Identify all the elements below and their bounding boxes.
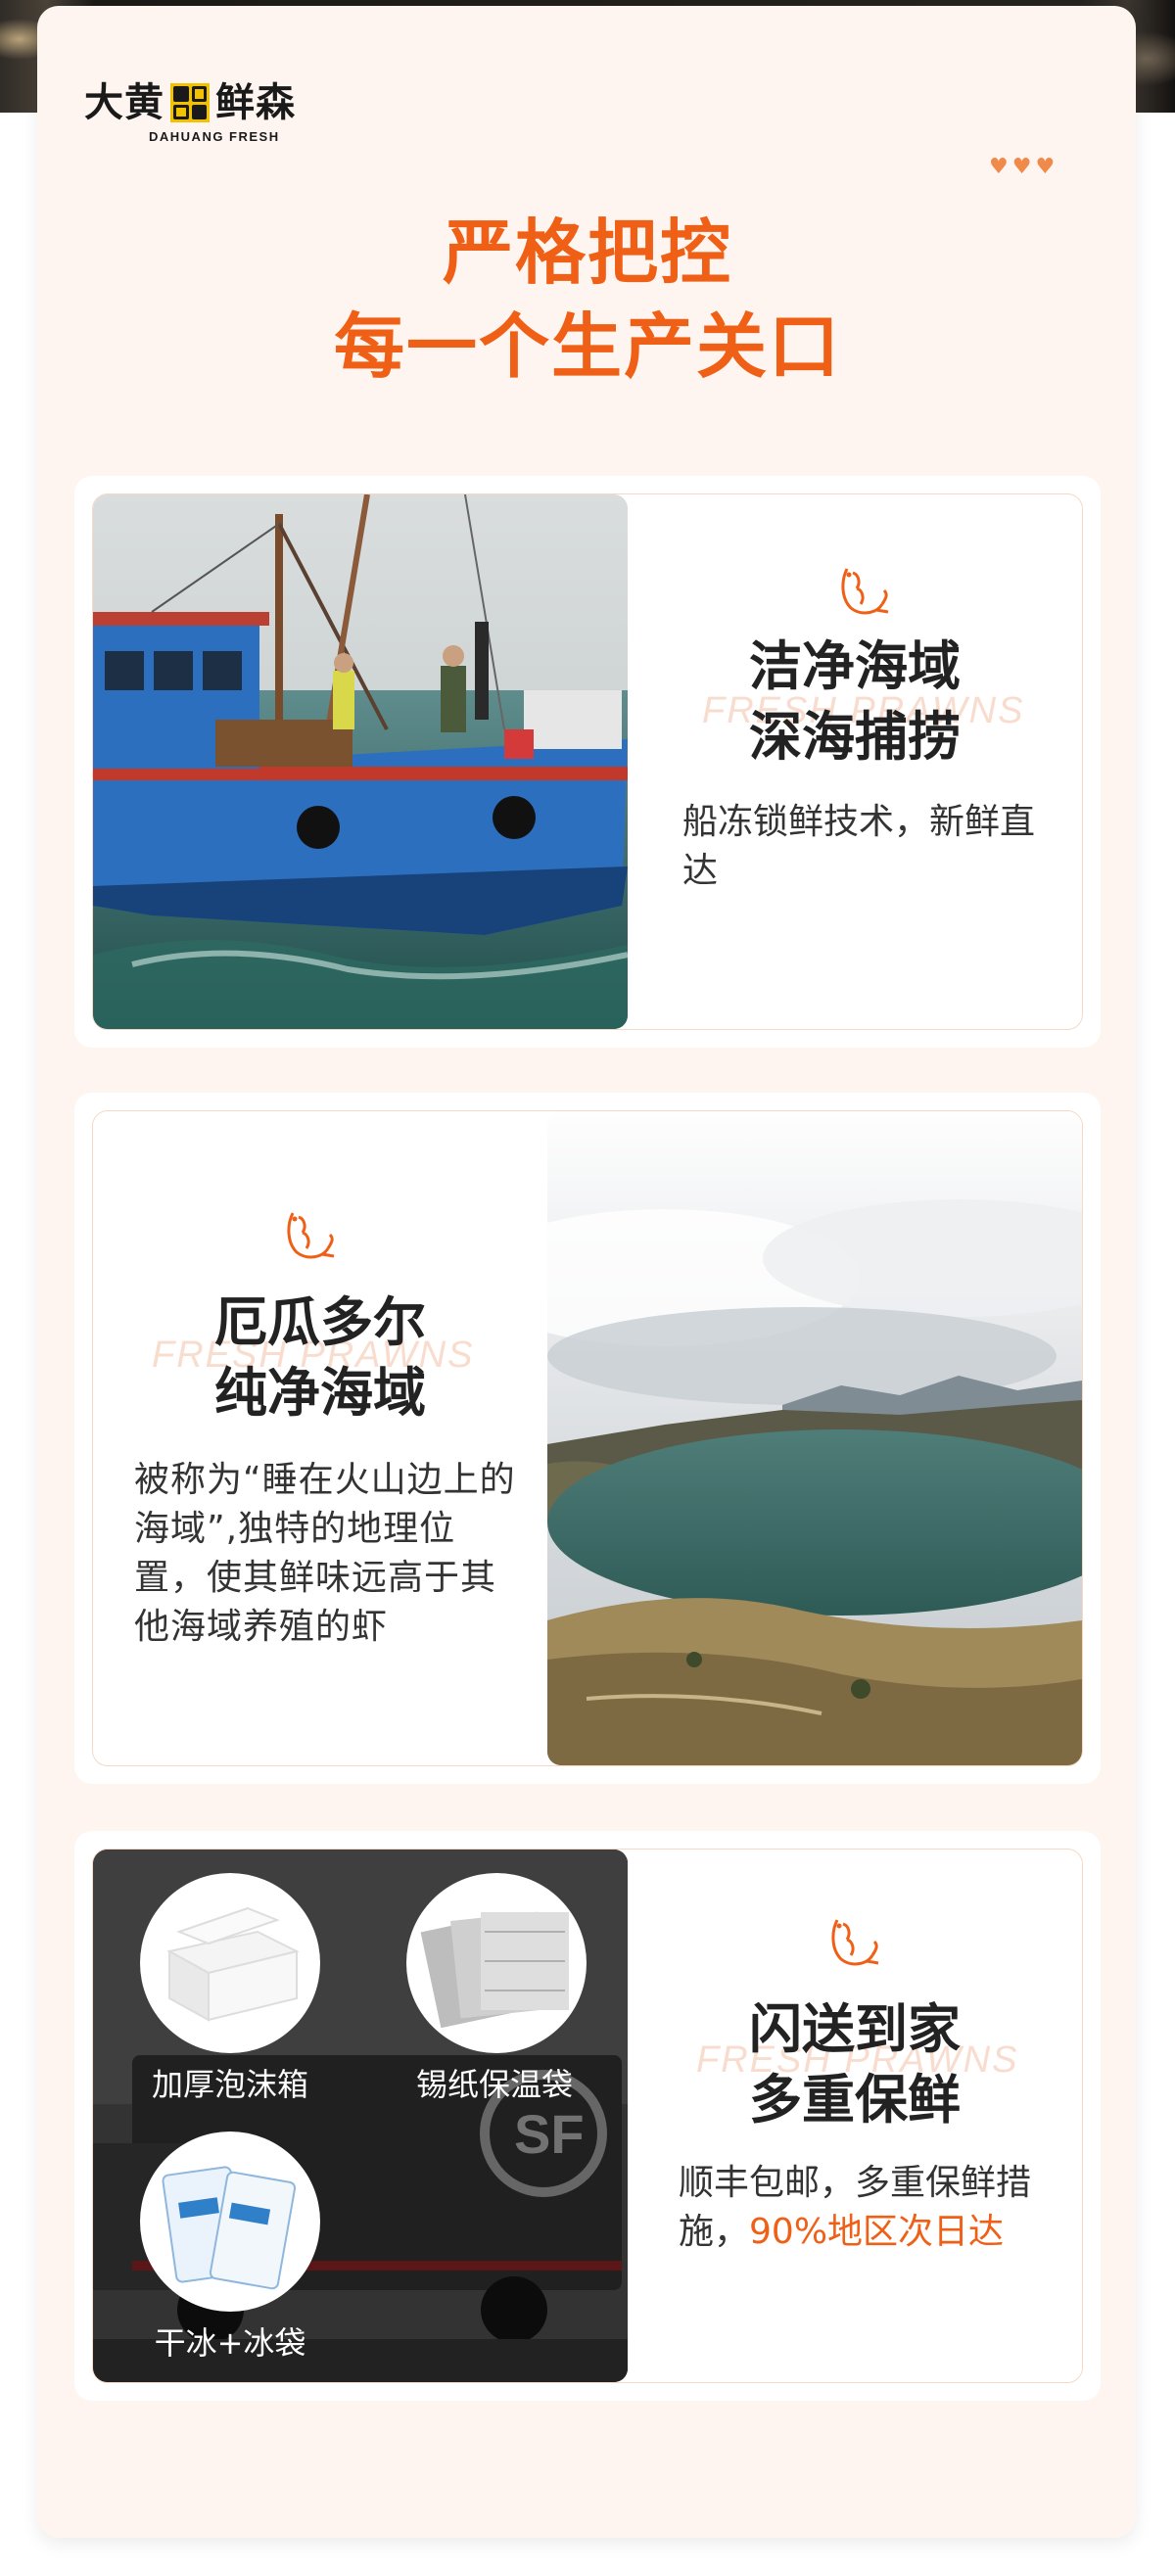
feature-description: 船冻锁鲜技术，新鲜直达 xyxy=(682,802,1036,891)
feature-title-line-2: 纯净海域 xyxy=(214,1362,426,1424)
volcanic-lake-illustration xyxy=(547,1111,1082,1765)
feature-title-line-1: 闪送到家 xyxy=(749,1998,961,2060)
heart-icon: ♥ xyxy=(1035,155,1056,179)
feature-description-highlight: 90%地区次日达 xyxy=(749,2212,1005,2252)
brand-name-left: 大黄 xyxy=(84,80,164,125)
heart-icon: ♥ xyxy=(1011,155,1032,179)
delivery-truck-photo: SF 加厚泡沫箱 锡纸保温袋 干冰+冰袋 xyxy=(93,1850,628,2382)
feature-card-delivery: SF 加厚泡沫箱 锡纸保温袋 干冰+冰袋 FRESH PRAWNS 闪送到家 多… xyxy=(74,1831,1101,2401)
shrimp-icon xyxy=(841,568,889,615)
feature-title-line-1: 洁净海域 xyxy=(749,635,961,697)
brand-name-en: DAHUANG FRESH xyxy=(149,129,280,144)
headline-line-2: 每一个生产关口 xyxy=(333,305,841,388)
feature-title: 厄瓜多尔 纯净海域 xyxy=(93,1288,547,1429)
feature-card-frame: FRESH PRAWNS 洁净海域 深海捕捞 船冻锁鲜技术，新鲜直达 xyxy=(92,493,1083,1030)
feature-title: 洁净海域 深海捕捞 xyxy=(628,632,1082,773)
packaging-label: 加厚泡沫箱 xyxy=(151,2066,308,2103)
packaging-label: 锡纸保温袋 xyxy=(415,2066,573,2103)
feature-text-delivery: FRESH PRAWNS 闪送到家 多重保鲜 顺丰包邮，多重保鲜措施，90%地区… xyxy=(628,1850,1082,2382)
brand-badge-icon xyxy=(170,83,210,122)
shrimp-icon xyxy=(287,1212,335,1259)
feature-title-line-2: 多重保鲜 xyxy=(749,2069,961,2131)
feature-title-line-1: 厄瓜多尔 xyxy=(214,1291,426,1353)
brand-logo: 大黄 鲜森 DAHUANG FRESH xyxy=(84,78,296,144)
feature-card-frame: SF 加厚泡沫箱 锡纸保温袋 干冰+冰袋 FRESH PRAWNS 闪送到家 多… xyxy=(92,1849,1083,2383)
feature-text-ecuador: FRESH PRAWNS 厄瓜多尔 纯净海域 被称为“睡在火山边上的海域”,独特… xyxy=(93,1111,547,1765)
headline-line-1: 严格把控 xyxy=(442,211,732,294)
foam-box-icon xyxy=(140,1873,320,2053)
packaging-label: 干冰+冰袋 xyxy=(154,2324,306,2362)
feature-text-deep-sea: FRESH PRAWNS 洁净海域 深海捕捞 船冻锁鲜技术，新鲜直达 xyxy=(628,494,1082,1029)
feature-description: 顺丰包邮，多重保鲜措施，90%地区次日达 xyxy=(679,2159,1060,2257)
fishing-boat-photo xyxy=(93,494,628,1029)
volcanic-lake-photo xyxy=(547,1111,1082,1765)
feature-card-frame: FRESH PRAWNS 厄瓜多尔 纯净海域 被称为“睡在火山边上的海域”,独特… xyxy=(92,1110,1083,1766)
feature-title-line-2: 深海捕捞 xyxy=(749,706,961,768)
hearts-decoration: ♥ ♥ ♥ xyxy=(989,157,1055,178)
feature-card-deep-sea: FRESH PRAWNS 洁净海域 深海捕捞 船冻锁鲜技术，新鲜直达 xyxy=(74,476,1101,1048)
brand-name-right: 鲜森 xyxy=(215,80,296,125)
fishing-boat-illustration xyxy=(93,494,628,1029)
foil-bag-icon xyxy=(406,1873,587,2053)
feature-title: 闪送到家 多重保鲜 xyxy=(628,1994,1082,2135)
feature-description: 被称为“睡在火山边上的海域”,独特的地理位置，使其鲜味远高于其他海域养殖的虾 xyxy=(134,1460,516,1647)
shrimp-icon xyxy=(831,1919,879,1966)
ice-pack-icon xyxy=(140,2131,320,2312)
heart-icon: ♥ xyxy=(989,155,1009,179)
feature-card-ecuador: FRESH PRAWNS 厄瓜多尔 纯净海域 被称为“睡在火山边上的海域”,独特… xyxy=(74,1093,1101,1784)
